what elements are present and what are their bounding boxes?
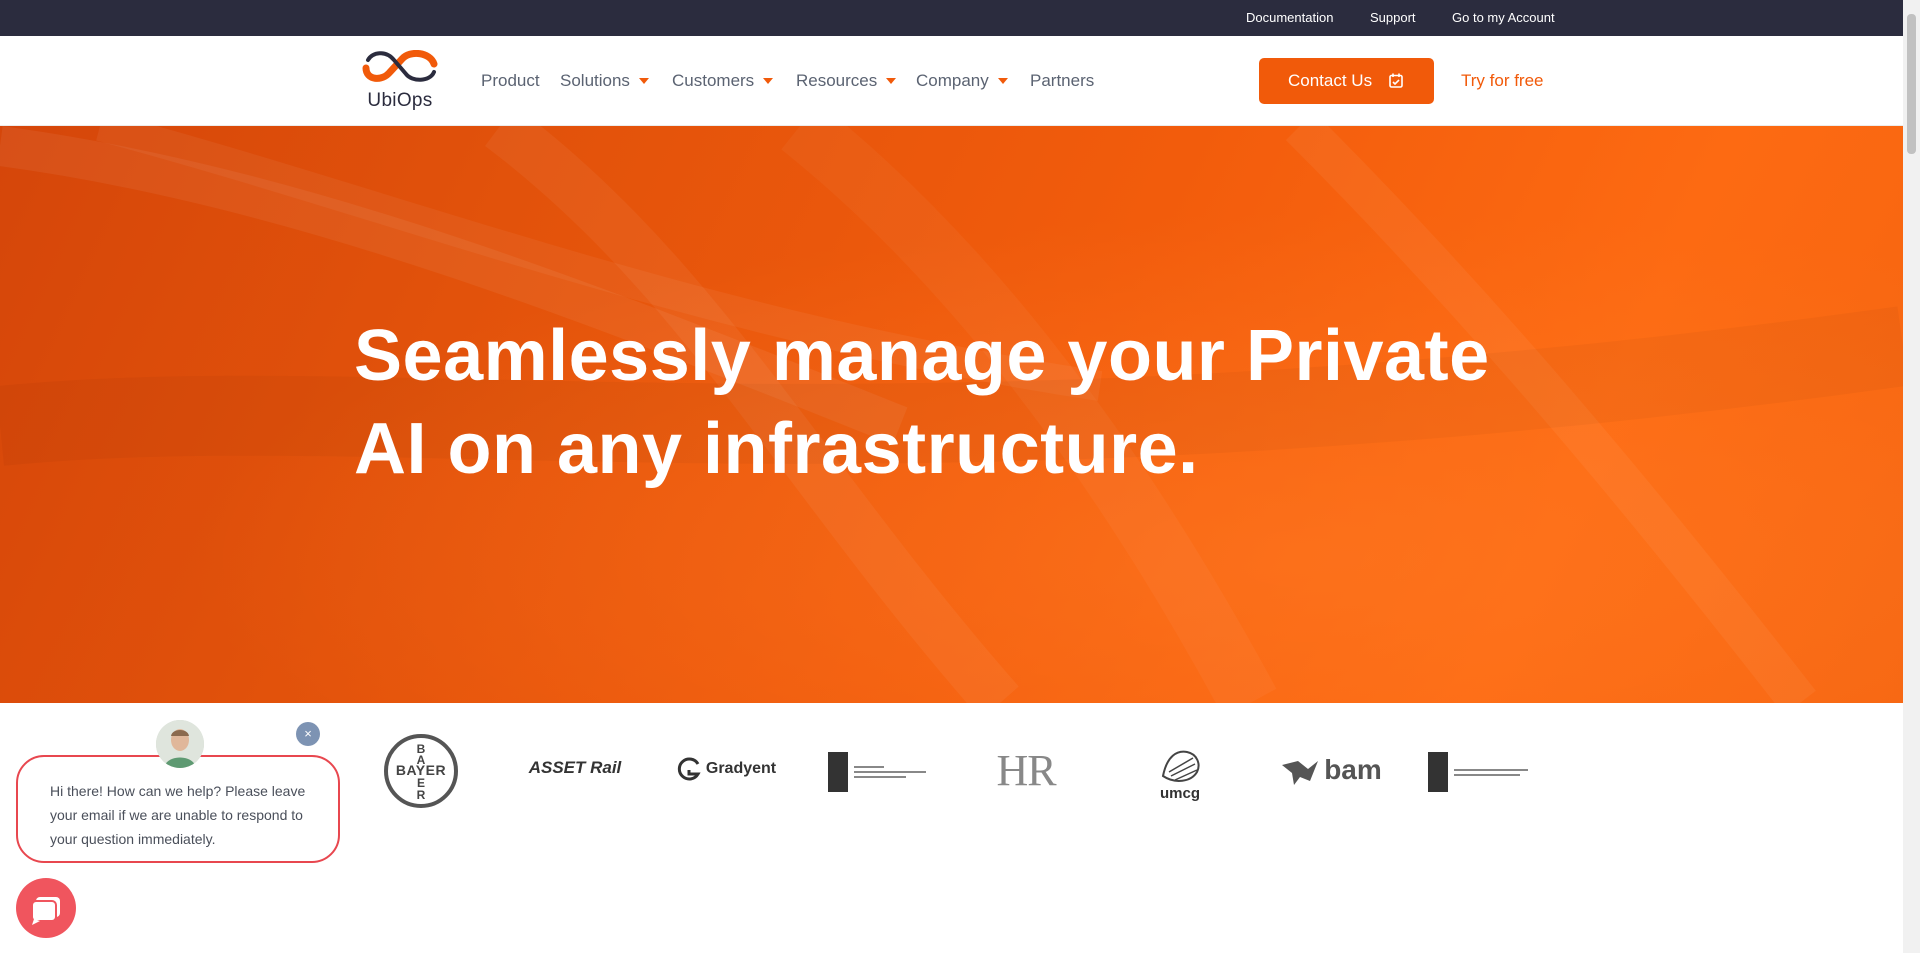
bam-logo: bam bbox=[1275, 753, 1387, 787]
close-icon: × bbox=[304, 726, 312, 741]
hr-logo: HR bbox=[978, 746, 1074, 795]
chat-message-bubble[interactable]: Hi there! How can we help? Please leave … bbox=[16, 755, 340, 863]
nav-partners[interactable]: Partners bbox=[1030, 36, 1094, 125]
nav-partners-label: Partners bbox=[1030, 71, 1095, 90]
nav-resources[interactable]: Resources bbox=[796, 36, 897, 125]
nav-resources-label: Resources bbox=[796, 71, 878, 90]
asset-rail-logo: ASSET Rail bbox=[520, 753, 630, 783]
nav-product-label: Product bbox=[481, 71, 540, 90]
chat-icon bbox=[31, 897, 60, 925]
hero-headline-line-1: Seamlessly manage your Private bbox=[354, 316, 1490, 396]
try-for-free-link[interactable]: Try for free bbox=[1461, 36, 1544, 125]
ministry-logo-lines bbox=[854, 766, 926, 778]
ncsc-logo-lines bbox=[1454, 768, 1528, 776]
chevron-down-icon bbox=[638, 77, 649, 84]
calendar-icon bbox=[1389, 73, 1403, 88]
bayer-logo-text: BAYER bbox=[395, 762, 447, 778]
ministry-logo bbox=[828, 752, 932, 792]
hr-logo-text: HR bbox=[996, 745, 1056, 795]
chat-launcher-button[interactable] bbox=[16, 878, 76, 938]
account-link[interactable]: Go to my Account bbox=[1452, 0, 1555, 36]
chevron-down-icon bbox=[886, 77, 897, 84]
nav-product[interactable]: Product bbox=[481, 36, 540, 125]
nav-company[interactable]: Company bbox=[916, 36, 1008, 125]
documentation-link[interactable]: Documentation bbox=[1246, 0, 1333, 36]
ncsc-emblem-icon bbox=[1428, 752, 1448, 792]
main-navigation: UbiOps Product Solutions Customers Resou… bbox=[0, 36, 1903, 126]
page: Documentation Support Go to my Account U… bbox=[0, 0, 1903, 953]
ministry-emblem-icon bbox=[828, 752, 848, 792]
gradyent-mark-icon bbox=[677, 757, 701, 781]
logo-mark bbox=[362, 50, 438, 82]
bam-logo-text: bam bbox=[1324, 754, 1382, 785]
hero-headline: Seamlessly manage your Private AI on any… bbox=[354, 310, 1554, 496]
contact-us-label: Contact Us bbox=[1288, 71, 1373, 90]
ncsc-logo bbox=[1428, 752, 1534, 792]
gradyent-logo-text: Gradyent bbox=[705, 760, 777, 777]
chat-close-button[interactable]: × bbox=[296, 722, 320, 746]
chevron-down-icon bbox=[763, 77, 774, 84]
nav-company-label: Company bbox=[916, 71, 989, 90]
bayer-logo: B A E R BAYER bbox=[383, 733, 459, 809]
umcg-logo: umcg bbox=[1150, 743, 1210, 805]
person-avatar-icon bbox=[156, 720, 204, 768]
chat-message-text: Hi there! How can we help? Please leave … bbox=[50, 783, 306, 847]
support-link[interactable]: Support bbox=[1370, 0, 1416, 36]
asset-rail-logo-text: ASSET Rail bbox=[528, 758, 622, 777]
chat-agent-avatar bbox=[156, 720, 204, 768]
ubiops-logo[interactable]: UbiOps bbox=[362, 50, 438, 116]
logo-text: UbiOps bbox=[367, 90, 433, 111]
hero-section: Seamlessly manage your Private AI on any… bbox=[0, 126, 1903, 703]
hero-headline-line-2: AI on any infrastructure. bbox=[354, 409, 1199, 489]
chevron-down-icon bbox=[997, 77, 1008, 84]
page-scrollbar[interactable] bbox=[1903, 0, 1920, 953]
nav-customers[interactable]: Customers bbox=[672, 36, 774, 125]
nav-solutions-label: Solutions bbox=[560, 71, 630, 90]
svg-text:R: R bbox=[417, 788, 426, 802]
umcg-logo-text: umcg bbox=[1159, 785, 1200, 802]
nav-solutions[interactable]: Solutions bbox=[560, 36, 649, 125]
bam-bird-icon bbox=[1282, 761, 1319, 785]
contact-us-button[interactable]: Contact Us bbox=[1259, 58, 1434, 104]
nav-customers-label: Customers bbox=[672, 71, 755, 90]
gradyent-logo: Gradyent bbox=[673, 753, 779, 785]
scrollbar-thumb[interactable] bbox=[1907, 14, 1916, 154]
top-utility-bar: Documentation Support Go to my Account bbox=[0, 0, 1903, 36]
umcg-frog-icon bbox=[1161, 750, 1200, 782]
